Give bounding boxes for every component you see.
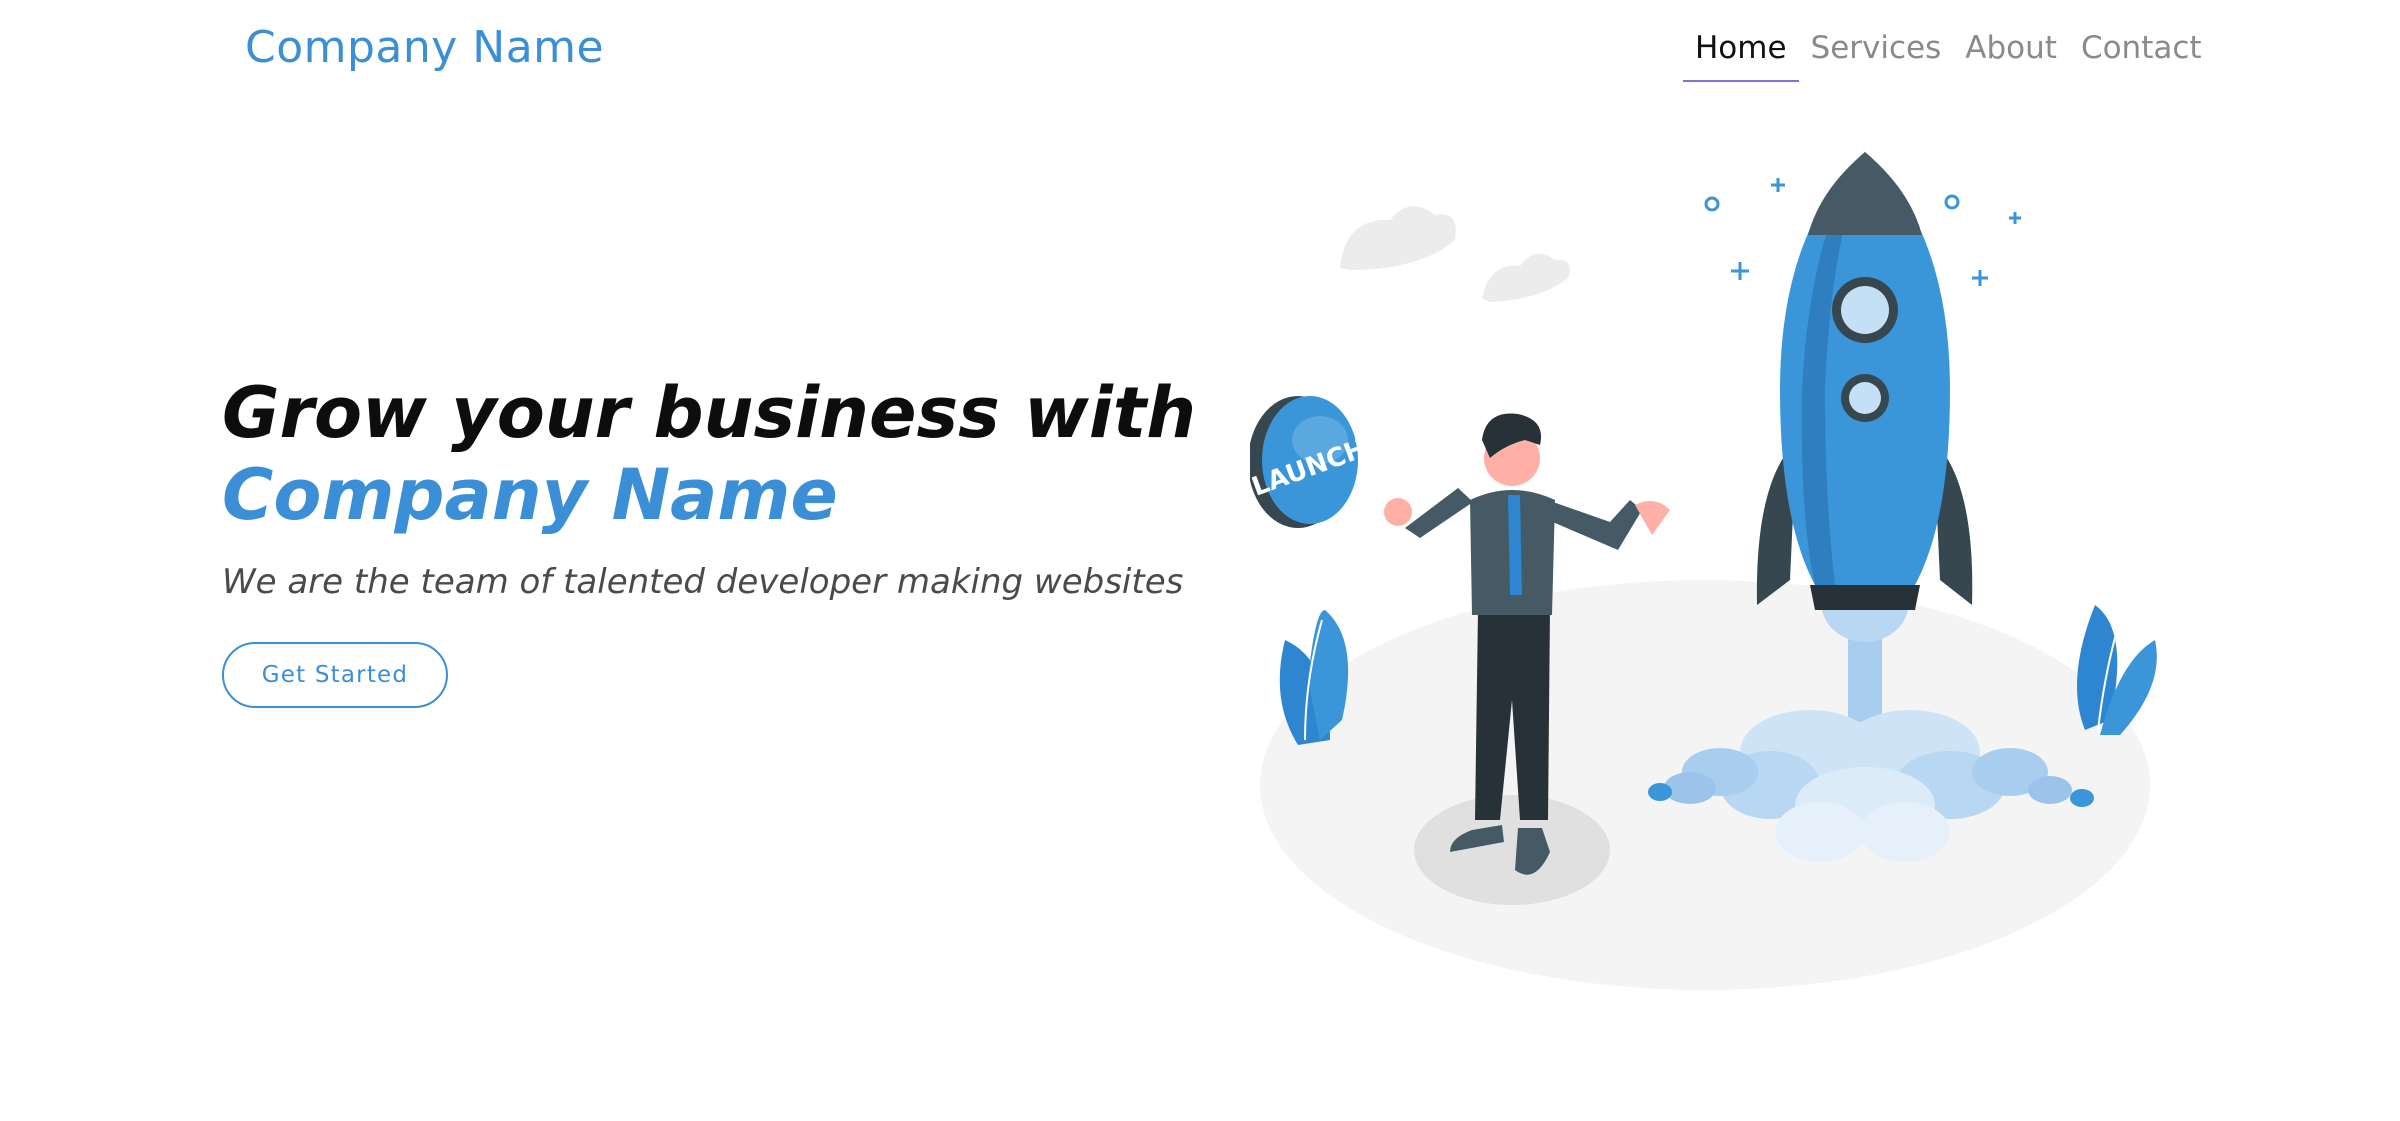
hero-title-brand: Company Name — [222, 454, 838, 536]
hero-section: Grow your business with Company Name We … — [222, 372, 1222, 708]
rocket-launch-illustration: LAUNCH — [1250, 152, 2157, 990]
nav-item-contact[interactable]: Contact — [2069, 26, 2214, 82]
nav-item-services[interactable]: Services — [1799, 26, 1954, 82]
brand-logo[interactable]: Company Name — [245, 22, 604, 73]
rocket-icon — [1756, 152, 1973, 610]
hero-subtitle: We are the team of talented developer ma… — [222, 562, 1184, 602]
get-started-button[interactable]: Get Started — [222, 642, 448, 708]
plant-right-icon — [2077, 605, 2157, 735]
page: Company Name Home Services About Contact… — [0, 0, 2400, 1121]
hero-title-line1: Grow your business with — [222, 372, 1197, 454]
cloud-icon — [1340, 206, 1570, 302]
nav-item-about[interactable]: About — [1953, 26, 2069, 82]
nav-item-home[interactable]: Home — [1683, 26, 1799, 82]
launch-button-icon: LAUNCH — [1250, 396, 1371, 528]
main-nav: Home Services About Contact — [1683, 26, 2214, 82]
